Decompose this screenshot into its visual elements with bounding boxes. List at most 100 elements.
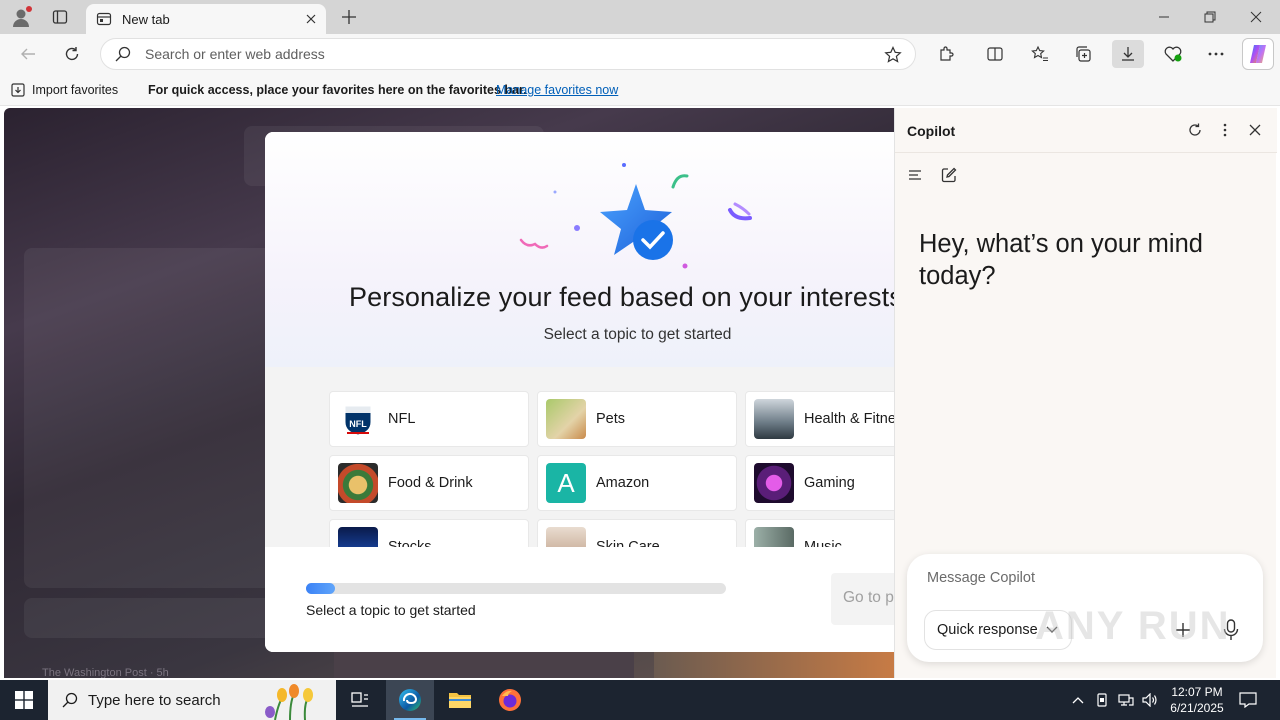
clock-time: 12:07 PM <box>1171 685 1223 699</box>
clock-date: 6/21/2025 <box>1170 701 1224 715</box>
celebration-star-illustration <box>519 163 752 269</box>
profile-avatar-button[interactable] <box>8 4 36 30</box>
task-view-button[interactable] <box>336 680 384 720</box>
copilot-more-button[interactable] <box>1215 120 1235 140</box>
windows-taskbar: Type here to search 12:07 PM 6/21/2025 <box>0 680 1280 720</box>
taskbar-file-explorer-button[interactable] <box>436 680 484 720</box>
topic-grid: NFL NFL Pets Health & Fitness Food & Dri… <box>265 367 894 547</box>
blurred-feed-image <box>334 652 634 678</box>
download-icon <box>1122 47 1134 61</box>
taskbar-edge-button[interactable] <box>386 680 434 720</box>
volume-icon[interactable] <box>1140 690 1160 710</box>
message-copilot-input[interactable] <box>927 570 1227 586</box>
dialog-hero: Personalize your feed based on your inte… <box>265 132 894 367</box>
dialog-subtitle: Select a topic to get started <box>543 326 732 343</box>
address-bar[interactable] <box>100 38 916 70</box>
topic-music[interactable]: Music <box>745 519 894 547</box>
copilot-refresh-button[interactable] <box>1185 120 1205 140</box>
topic-label: Health & Fitness <box>804 411 894 427</box>
pets-image-icon <box>546 399 586 439</box>
copilot-sidebar: Copilot Hey, what’s on your mind today? … <box>894 108 1277 678</box>
topic-gaming[interactable]: Gaming <box>745 455 894 511</box>
gaming-image-icon <box>754 463 794 503</box>
taskbar-search-box[interactable]: Type here to search <box>48 680 336 720</box>
go-to-feed-button[interactable]: Go to p <box>831 573 894 625</box>
topic-skin-care[interactable]: Skin Care <box>537 519 737 547</box>
topic-amazon[interactable]: A Amazon <box>537 455 737 511</box>
address-input[interactable] <box>145 46 845 62</box>
refresh-button[interactable] <box>58 40 86 68</box>
tab-actions-icon <box>52 10 68 24</box>
arrow-left-icon <box>21 48 35 60</box>
favorites-button[interactable] <box>1026 40 1054 68</box>
copilot-toggle-button[interactable] <box>1242 38 1274 70</box>
topic-label: Amazon <box>596 475 650 491</box>
browser-window: New tab Search or enter web address Impo… <box>0 0 1280 720</box>
topic-food-drink[interactable]: Food & Drink <box>329 455 529 511</box>
split-screen-icon <box>987 47 1003 61</box>
feed-source-label: The Washington Post · 5h <box>42 667 169 678</box>
copilot-title: Copilot <box>907 123 956 139</box>
browser-essentials-button[interactable] <box>1159 40 1187 68</box>
copilot-new-chat-button[interactable] <box>939 165 959 185</box>
collections-button[interactable] <box>1070 40 1098 68</box>
copilot-logo-icon <box>1250 45 1266 63</box>
network-icon[interactable] <box>1116 690 1136 710</box>
puzzle-icon <box>940 46 954 61</box>
tab-title: New tab <box>122 11 170 27</box>
topic-label: Food & Drink <box>388 475 473 491</box>
response-mode-label: Quick response <box>937 622 1038 638</box>
food-image-icon <box>338 463 378 503</box>
favorites-star-list-icon <box>1031 45 1048 62</box>
import-icon <box>11 83 25 97</box>
refresh-icon <box>65 47 79 61</box>
navigation-toolbar <box>0 34 1280 74</box>
downloads-button[interactable] <box>1112 40 1144 68</box>
favorites-bar-message: For quick access, place your favorites h… <box>148 83 527 97</box>
tray-device-icon[interactable] <box>1092 690 1112 710</box>
taskbar-search-placeholder: Type here to search <box>88 691 221 709</box>
topic-label: Stocks <box>388 539 432 547</box>
tab-actions-menu-button[interactable] <box>48 5 72 29</box>
topic-label: NFL <box>388 411 416 427</box>
progress-track <box>306 583 726 594</box>
start-button[interactable] <box>0 680 48 720</box>
plus-icon <box>342 10 356 24</box>
settings-more-button[interactable] <box>1202 40 1230 68</box>
manage-favorites-link[interactable]: Manage favorites now <box>496 83 618 97</box>
tab-new-tab[interactable]: New tab <box>86 4 326 34</box>
window-close-button[interactable] <box>1240 4 1272 30</box>
topic-label: Skin Care <box>596 539 660 547</box>
restore-button[interactable] <box>1194 4 1226 30</box>
taskbar-firefox-button[interactable] <box>486 680 534 720</box>
copilot-close-button[interactable] <box>1245 120 1265 140</box>
show-hidden-icons-chevron-up-icon[interactable] <box>1068 690 1088 710</box>
copilot-greeting: Hey, what’s on your mind today? <box>919 230 1203 290</box>
split-screen-button[interactable] <box>981 40 1009 68</box>
topic-pets[interactable]: Pets <box>537 391 737 447</box>
topic-label: Music <box>804 539 842 547</box>
topic-stocks[interactable]: Stocks <box>329 519 529 547</box>
notifications-icon[interactable] <box>1238 690 1258 710</box>
add-favorite-star-icon[interactable] <box>883 45 903 65</box>
folder-icon <box>449 693 471 708</box>
back-button[interactable] <box>14 40 42 68</box>
import-favorites-button[interactable]: Import favorites <box>10 81 118 99</box>
amazon-letter-icon: A <box>546 463 586 503</box>
search-icon <box>62 692 78 708</box>
task-view-icon <box>351 692 368 707</box>
copilot-history-button[interactable] <box>905 165 925 185</box>
topic-health-fitness[interactable]: Health & Fitness <box>745 391 894 447</box>
tab-close-button[interactable] <box>302 10 320 28</box>
topic-label: Gaming <box>804 475 855 491</box>
taskbar-clock[interactable]: 12:07 PM 6/21/2025 <box>1162 684 1232 716</box>
new-tab-page-icon <box>96 12 112 26</box>
topic-nfl[interactable]: NFL NFL <box>329 391 529 447</box>
extensions-button[interactable] <box>933 40 961 68</box>
minimize-button[interactable] <box>1148 4 1180 30</box>
compose-icon <box>941 167 957 183</box>
nfl-logo-icon: NFL <box>338 399 378 439</box>
new-tab-button[interactable] <box>338 6 360 28</box>
minimize-icon <box>1159 16 1169 18</box>
personalize-feed-dialog: Personalize your feed based on your inte… <box>265 132 894 652</box>
